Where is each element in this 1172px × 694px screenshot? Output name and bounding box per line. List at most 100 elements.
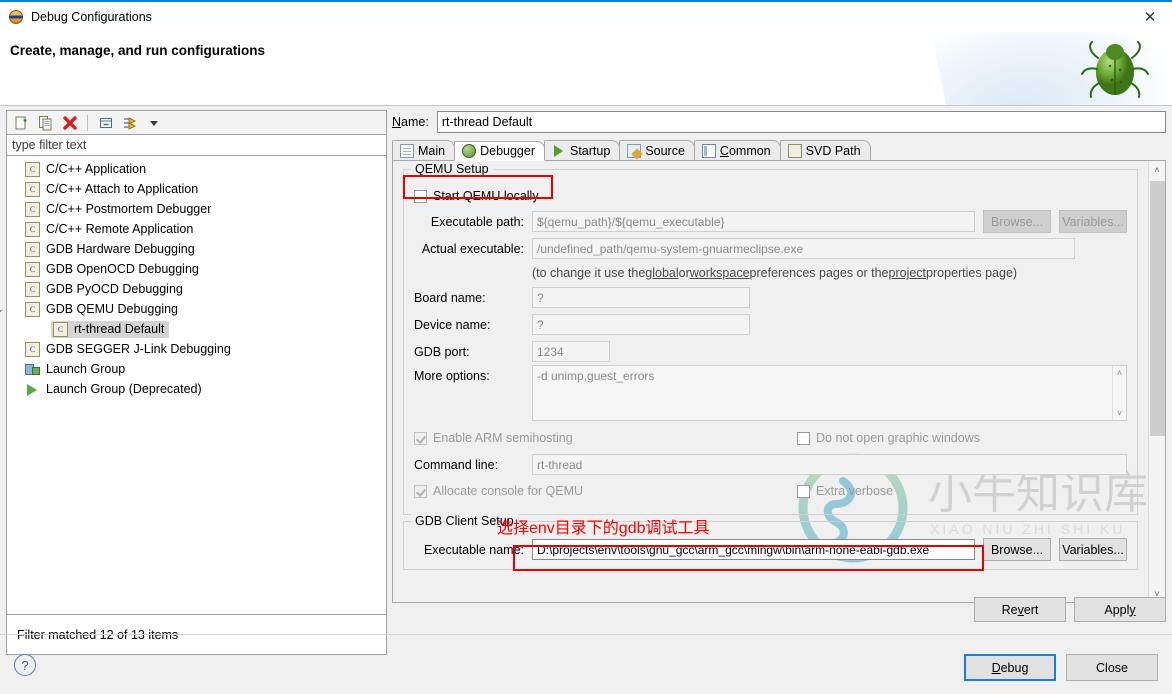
- hint-link-project[interactable]: project: [889, 266, 927, 280]
- tab-debugger[interactable]: Debugger: [454, 141, 545, 161]
- tree-item-label: C/C++ Remote Application: [46, 222, 194, 236]
- more-options-scrollbar[interactable]: ˄ ˅: [1112, 366, 1126, 420]
- tree-item-launch-group-deprecated[interactable]: Launch Group (Deprecated): [7, 379, 386, 399]
- hint-mid2: preferences pages or the: [749, 266, 889, 280]
- more-options-textarea[interactable]: -d unimp,guest_errors ˄ ˅: [532, 365, 1127, 421]
- configuration-editor: Name: Main Debugger Startup Source: [392, 110, 1166, 635]
- tree-item-rt-thread-default[interactable]: C rt-thread Default: [7, 319, 386, 339]
- hint-prefix: (to change it use the: [532, 266, 646, 280]
- window-title: Debug Configurations: [31, 10, 152, 24]
- tree-item-c-cpp-remote[interactable]: C C/C++ Remote Application: [7, 219, 386, 239]
- delete-configuration-icon[interactable]: [59, 113, 80, 133]
- tab-scrollbar[interactable]: ˄ ˅: [1148, 161, 1165, 602]
- preferences-hint: (to change it use the global or workspac…: [414, 262, 1127, 284]
- collapse-all-icon[interactable]: [95, 113, 116, 133]
- device-name-label: Device name:: [414, 317, 491, 332]
- tree-item-label: Launch Group (Deprecated): [46, 382, 202, 396]
- qemu-setup-group: QEMU Setup Start QEMU locally Executable…: [403, 162, 1138, 515]
- annotation-text: 选择env目录下的gdb调试工具: [497, 520, 710, 537]
- executable-path-input[interactable]: ${qemu_path}/${qemu_executable}: [532, 211, 975, 232]
- hint-link-workspace[interactable]: workspace: [690, 266, 750, 280]
- enable-arm-semihosting-checkbox[interactable]: [414, 431, 427, 445]
- help-icon[interactable]: ?: [14, 654, 36, 676]
- executable-path-browse-button[interactable]: Browse...: [983, 210, 1051, 233]
- tree-item-label: GDB QEMU Debugging: [46, 302, 179, 316]
- board-name-input[interactable]: ?: [532, 287, 750, 308]
- executable-path-row: Executable path: ${qemu_path}/${qemu_exe…: [414, 208, 1127, 235]
- tree-item-gdb-hardware[interactable]: C GDB Hardware Debugging: [7, 239, 386, 259]
- allocate-console-checkbox[interactable]: [414, 484, 427, 498]
- hint-mid1: or: [678, 266, 690, 280]
- gdb-browse-button[interactable]: Browse...: [983, 538, 1051, 561]
- editor-tabs: Main Debugger Startup Source Common SVD …: [392, 140, 1166, 161]
- gdb-port-input[interactable]: 1234: [532, 341, 610, 362]
- c-config-icon: C: [25, 241, 40, 257]
- start-qemu-locally-checkbox[interactable]: [414, 189, 427, 203]
- start-qemu-locally-label: Start QEMU locally: [433, 189, 539, 203]
- qemu-setup-group-label: QEMU Setup: [411, 162, 493, 176]
- apply-revert-row: Re v ert Appl y: [966, 597, 1166, 622]
- tree-item-c-cpp-application[interactable]: C C/C++ Application: [7, 159, 386, 179]
- c-config-icon: C: [25, 281, 40, 297]
- bug-icon: [462, 144, 477, 158]
- gdb-executable-name-input[interactable]: D:\projects\env\tools\gnu_gcc\arm_gcc\mi…: [532, 539, 975, 560]
- do-not-open-graphic-windows-label: Do not open graphic windows: [816, 431, 980, 445]
- gdb-port-row: GDB port: 1234: [414, 338, 1127, 365]
- tree-item-gdb-pyocd[interactable]: C GDB PyOCD Debugging: [7, 279, 386, 299]
- executable-path-variables-button[interactable]: Variables...: [1059, 210, 1127, 233]
- debug-button[interactable]: Debug: [964, 654, 1056, 681]
- close-window-button[interactable]: ✕: [1128, 2, 1172, 32]
- filter-icon[interactable]: [119, 113, 140, 133]
- tree-item-c-cpp-postmortem[interactable]: C C/C++ Postmortem Debugger: [7, 199, 386, 219]
- duplicate-configuration-icon[interactable]: [35, 113, 56, 133]
- actual-executable-label: Actual executable:: [421, 241, 524, 256]
- page-title: Create, manage, and run configurations: [10, 43, 266, 58]
- close-button[interactable]: Close: [1066, 654, 1158, 681]
- configuration-name-input[interactable]: [436, 111, 1166, 133]
- hint-suffix: properties page): [926, 266, 1018, 280]
- tree-item-label: GDB Hardware Debugging: [46, 242, 195, 256]
- scroll-down-arrow-icon[interactable]: ˅: [1113, 408, 1126, 418]
- tree-item-label: Launch Group: [46, 362, 126, 376]
- tab-label: Startup: [570, 143, 611, 158]
- more-options-label: More options:: [414, 369, 490, 383]
- c-config-icon: C: [25, 301, 40, 317]
- toolbar-separator: [87, 114, 88, 131]
- tab-startup[interactable]: Startup: [544, 140, 621, 160]
- executable-path-label: Executable path:: [430, 214, 524, 229]
- tree-item-launch-group[interactable]: Launch Group: [7, 359, 386, 379]
- scrollbar-thumb[interactable]: [1150, 181, 1165, 436]
- apply-button[interactable]: Appl y: [1074, 597, 1166, 622]
- extra-verbose-checkbox[interactable]: [797, 484, 810, 498]
- dropdown-arrow-icon[interactable]: [143, 113, 164, 133]
- tab-common[interactable]: Common: [693, 140, 781, 160]
- device-name-row: Device name: ?: [414, 311, 1127, 338]
- filter-placeholder: type filter text: [12, 138, 87, 152]
- tab-main[interactable]: Main: [392, 140, 456, 160]
- tab-svd-path[interactable]: SVD Path: [779, 140, 871, 160]
- gdb-variables-button[interactable]: Variables...: [1059, 538, 1127, 561]
- name-label: Name:: [392, 115, 429, 129]
- tab-source[interactable]: Source: [619, 140, 695, 160]
- dialog-header: Create, manage, and run configurations: [0, 32, 1172, 106]
- common-icon: [701, 143, 716, 158]
- device-name-input[interactable]: ?: [532, 314, 750, 335]
- source-icon: [627, 143, 642, 158]
- tree-item-label: C/C++ Postmortem Debugger: [46, 202, 212, 216]
- scroll-up-arrow-icon[interactable]: ˄: [1113, 368, 1126, 378]
- board-name-row: Board name: ?: [414, 284, 1127, 311]
- new-configuration-icon[interactable]: [11, 113, 32, 133]
- scroll-up-arrow-icon[interactable]: ˄: [1149, 161, 1165, 178]
- hint-link-global[interactable]: global: [645, 266, 678, 280]
- eclipse-launch-icon: [8, 9, 24, 25]
- command-line-value: rt-thread: [532, 454, 1127, 475]
- revert-button[interactable]: Re v ert: [974, 597, 1066, 622]
- tree-item-gdb-openocd[interactable]: C GDB OpenOCD Debugging: [7, 259, 386, 279]
- tree-item-c-cpp-attach[interactable]: C C/C++ Attach to Application: [7, 179, 386, 199]
- do-not-open-graphic-windows-checkbox[interactable]: [797, 431, 810, 445]
- tree-item-gdb-qemu[interactable]: ⌄ C GDB QEMU Debugging: [0, 299, 386, 319]
- tree-item-gdb-segger-jlink[interactable]: C GDB SEGGER J-Link Debugging: [7, 339, 386, 359]
- more-options-row: More options: -d unimp,guest_errors ˄ ˅: [414, 365, 1127, 425]
- filter-input[interactable]: type filter text: [6, 134, 387, 156]
- configurations-tree[interactable]: C C/C++ Application C C/C++ Attach to Ap…: [0, 156, 387, 615]
